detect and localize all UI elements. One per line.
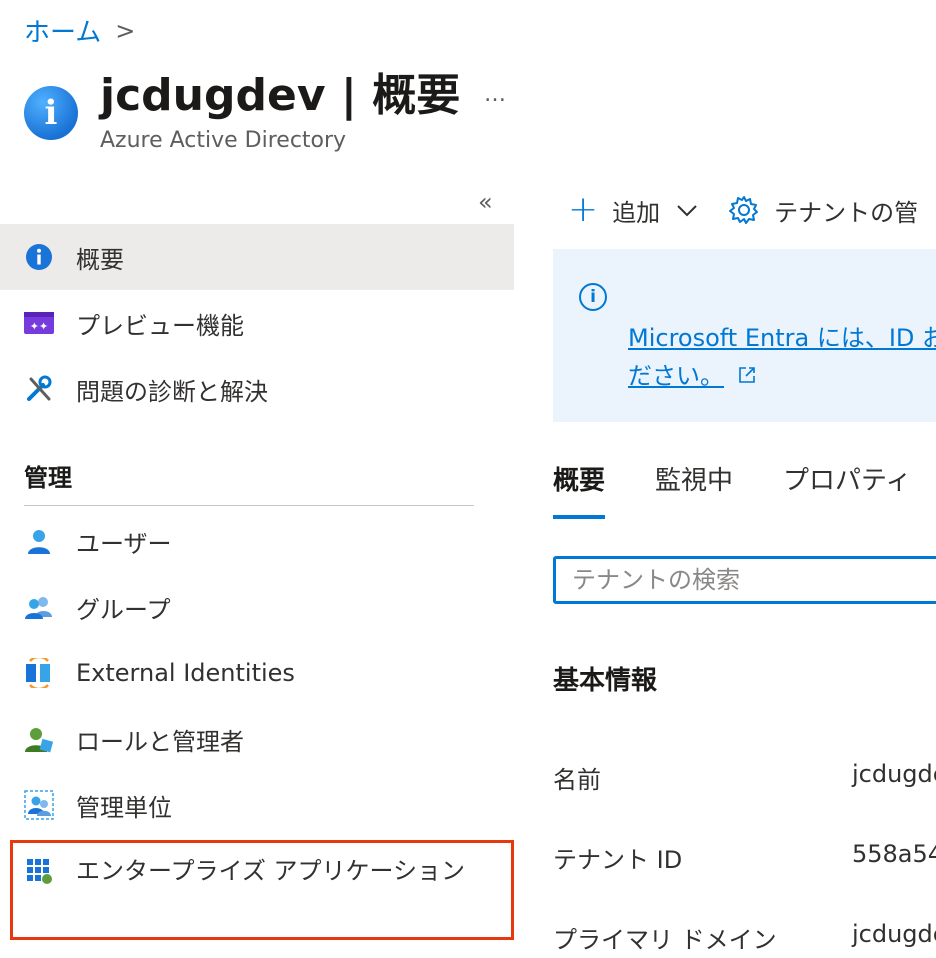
sidebar-item-external-identities[interactable]: External Identities (0, 640, 514, 706)
sidebar-item-label: プレビュー機能 (76, 311, 244, 340)
tenant-search-input[interactable] (553, 556, 936, 604)
section-header-basic-info: 基本情報 (553, 666, 658, 696)
sidebar-item-label: ユーザー (76, 529, 172, 558)
sidebar-item-label: ロールと管理者 (76, 727, 244, 756)
sidebar-item-label: グループ (76, 595, 171, 624)
page-title: jcdugdev | 概要 (100, 70, 461, 121)
breadcrumb-home-link[interactable]: ホーム (24, 12, 101, 49)
prop-value-primary-domain: jcdugde (852, 920, 936, 948)
tab-properties[interactable]: プロパティ (783, 460, 911, 519)
svg-text:✦✦: ✦✦ (30, 320, 48, 333)
sidebar-item-label: 概要 (76, 245, 124, 274)
preview-features-icon: ✦✦ (24, 308, 54, 338)
sidebar-item-label: 問題の診断と解決 (76, 377, 268, 406)
tab-overview[interactable]: 概要 (553, 460, 606, 519)
section-divider (24, 505, 474, 506)
admin-units-icon (24, 790, 54, 820)
collapse-sidebar-icon[interactable]: « (478, 188, 493, 216)
sidebar-item-admin-units[interactable]: 管理単位 (0, 772, 514, 838)
sidebar-item-groups[interactable]: グループ (0, 574, 514, 640)
prop-value-name: jcdugde (852, 760, 936, 788)
banner-link[interactable]: Microsoft Entra には、ID お ださい。 (628, 319, 936, 398)
command-bar: + 追加 テナントの管 (568, 192, 918, 228)
wrench-screwdriver-icon (24, 374, 54, 404)
sidebar-nav: 概要 ✦✦ プレビュー機能 問題の診断と解決 (0, 224, 514, 422)
sidebar-item-preview-features[interactable]: ✦✦ プレビュー機能 (0, 290, 514, 356)
page-header: i jcdugdev | 概要 Azure Active Directory (24, 68, 460, 153)
breadcrumb: ホーム > (24, 12, 135, 49)
info-icon (24, 242, 54, 272)
page-subtitle: Azure Active Directory (100, 128, 347, 153)
tab-monitoring[interactable]: 監視中 (655, 460, 733, 519)
chevron-right-icon: > (115, 16, 136, 45)
add-button[interactable]: + 追加 (568, 192, 728, 228)
highlight-box (10, 840, 514, 940)
sidebar-item-label: 管理単位 (76, 793, 172, 822)
more-options-icon[interactable]: … (484, 82, 508, 107)
prop-label-name: 名前 (553, 766, 601, 794)
gear-icon (728, 194, 760, 226)
sidebar-item-overview[interactable]: 概要 (0, 224, 514, 290)
prop-label-tenant-id: テナント ID (553, 846, 683, 874)
prop-value-tenant-id: 558a54 (852, 840, 936, 868)
prop-label-primary-domain: プライマリ ドメイン (553, 926, 777, 954)
roles-admins-icon (24, 724, 54, 754)
sidebar-item-diagnose-solve[interactable]: 問題の診断と解決 (0, 356, 514, 422)
plus-icon: + (568, 189, 599, 230)
chevron-down-icon (676, 196, 698, 224)
section-header-manage: 管理 (24, 464, 72, 492)
sidebar-item-label: External Identities (76, 659, 295, 687)
info-outline-icon: i (579, 283, 607, 311)
sidebar-item-users[interactable]: ユーザー (0, 508, 514, 574)
external-identities-icon (24, 658, 54, 688)
info-banner: i Microsoft Entra には、ID お ださい。 (553, 249, 936, 422)
info-circle-icon: i (24, 86, 78, 140)
sidebar-item-roles-admins[interactable]: ロールと管理者 (0, 706, 514, 772)
external-link-icon (738, 360, 756, 398)
user-icon (24, 526, 54, 556)
manage-tenants-button[interactable]: テナントの管 (728, 193, 918, 228)
tab-bar: 概要 監視中 プロパティ (553, 460, 911, 519)
group-icon (24, 592, 54, 622)
